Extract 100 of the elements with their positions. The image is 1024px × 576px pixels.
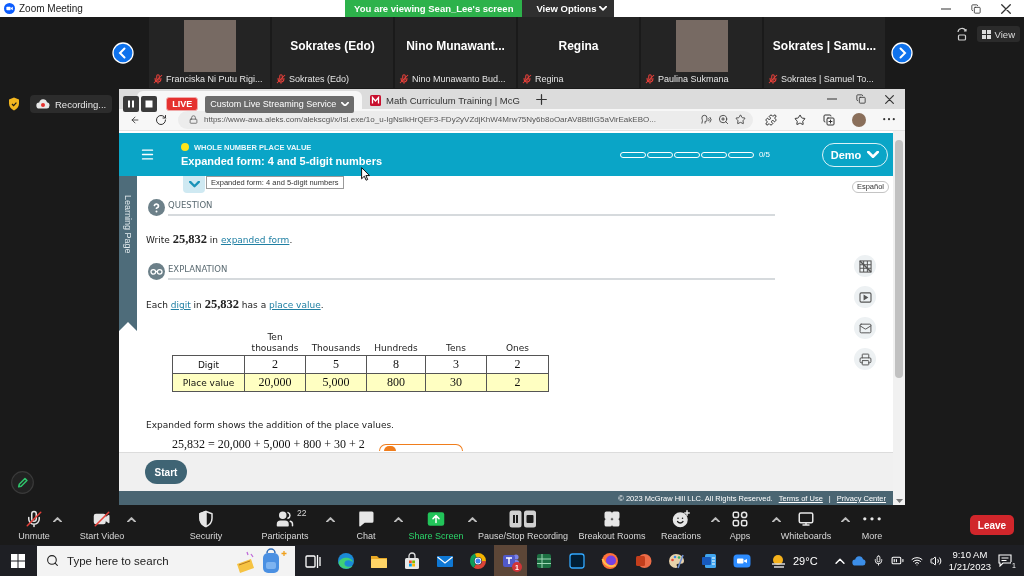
caret-icon[interactable] bbox=[711, 517, 720, 523]
close-icon[interactable] bbox=[1001, 3, 1011, 14]
column-header: Tens bbox=[425, 332, 487, 356]
share-screen-button[interactable]: Share Screen bbox=[404, 510, 468, 541]
people-icon bbox=[276, 510, 294, 528]
row-header: Digit bbox=[172, 355, 245, 374]
leave-button[interactable]: Leave bbox=[970, 515, 1014, 535]
breakout-rooms-button[interactable]: Breakout Rooms bbox=[576, 510, 648, 541]
apps-button[interactable]: Apps bbox=[720, 510, 760, 541]
battery-icon[interactable] bbox=[890, 554, 904, 567]
microphone-button[interactable]: Unmute bbox=[15, 510, 53, 541]
whiteboards-button[interactable]: Whiteboards bbox=[781, 510, 831, 541]
search-field[interactable]: Type here to search bbox=[37, 545, 295, 576]
question-text: Write 25,832 in expanded form. bbox=[146, 232, 293, 247]
participant-name: Nino Munawant... bbox=[406, 39, 505, 53]
caret-icon[interactable] bbox=[394, 517, 403, 523]
copy-plus-icon[interactable] bbox=[823, 113, 835, 126]
date-text: 1/21/2023 bbox=[948, 560, 991, 573]
cloud-record-icon bbox=[36, 99, 50, 109]
microphone-icon[interactable] bbox=[872, 555, 884, 566]
more-button[interactable]: More bbox=[852, 510, 892, 541]
menu-icon[interactable] bbox=[140, 147, 155, 162]
table-cell: 2 bbox=[486, 355, 549, 374]
collapse-button[interactable] bbox=[183, 176, 205, 193]
pause-icon[interactable] bbox=[123, 96, 140, 112]
search-input[interactable]: Type here to search bbox=[67, 551, 225, 570]
minimize-icon[interactable] bbox=[941, 7, 951, 10]
star-icon[interactable] bbox=[794, 113, 806, 126]
reactions-button[interactable]: Reactions bbox=[651, 510, 711, 541]
participant-label: Franciska Ni Putu Rigi... bbox=[166, 74, 263, 84]
link[interactable]: digit bbox=[170, 300, 191, 310]
wifi-icon[interactable] bbox=[910, 554, 923, 567]
logo-icon bbox=[370, 94, 381, 106]
security-button[interactable]: Security bbox=[180, 510, 232, 541]
restore-icon[interactable] bbox=[856, 94, 866, 104]
address-bar[interactable]: https://www-awa.aleks.com/alekscgi/x/Isl.exe/1o_u-IgNsIkHrQEF3-FDy2yVZdjKhW4Mrw75Ny6b8oOarAV8BttIG5aVirEakEBO... bbox=[178, 110, 753, 129]
four-panes-logo-icon[interactable] bbox=[11, 553, 25, 568]
printer-icon[interactable] bbox=[854, 348, 876, 370]
zoom-in-icon[interactable] bbox=[718, 114, 729, 125]
time-text: 9:10 AM bbox=[952, 548, 988, 561]
grid-icon bbox=[981, 29, 991, 39]
dot-icon bbox=[181, 143, 189, 151]
lock-icon bbox=[189, 115, 198, 124]
video-button[interactable]: Start Video bbox=[77, 510, 127, 541]
refresh-icon[interactable] bbox=[155, 113, 167, 126]
progress-reading: 0/5 bbox=[758, 150, 770, 159]
link[interactable]: place value bbox=[269, 300, 321, 310]
screen-share-banner: You are viewing Sean_Lee's screen bbox=[345, 0, 523, 17]
shield-icon bbox=[8, 97, 20, 111]
puzzle-icon[interactable] bbox=[765, 113, 777, 126]
stop-icon[interactable] bbox=[141, 96, 158, 112]
participants-button[interactable]: 22 Participants bbox=[244, 510, 326, 541]
rotate-icon[interactable] bbox=[955, 27, 968, 41]
chevron-right-icon[interactable] bbox=[891, 41, 913, 64]
shield-icon bbox=[197, 510, 215, 528]
crossed-grid-icon[interactable] bbox=[854, 255, 876, 277]
avatar[interactable] bbox=[852, 112, 866, 127]
recording-button[interactable]: Pause/Stop Recording bbox=[478, 510, 568, 541]
camera-logo-icon bbox=[4, 3, 15, 14]
caret-icon[interactable] bbox=[127, 517, 136, 523]
explanation-text: Each digit in 25,832 has a place value. bbox=[146, 297, 324, 312]
chevron-down-icon bbox=[188, 181, 200, 188]
start-button[interactable]: Start bbox=[145, 460, 187, 484]
chevron-up-icon[interactable] bbox=[834, 557, 845, 564]
pencil-icon[interactable] bbox=[11, 471, 34, 494]
explanation-note: Expanded form shows the addition of the place values. bbox=[146, 419, 394, 431]
close-icon[interactable] bbox=[885, 94, 894, 104]
smiley-plus-icon bbox=[672, 510, 690, 528]
view-button[interactable]: View bbox=[976, 26, 1020, 42]
caret-icon[interactable] bbox=[53, 517, 62, 523]
caret-down-icon[interactable] bbox=[895, 499, 903, 503]
plus-icon[interactable] bbox=[535, 94, 547, 105]
caret-icon[interactable] bbox=[326, 517, 335, 523]
column-header: Ten thousands bbox=[244, 332, 306, 356]
notification-icon[interactable] bbox=[998, 554, 1012, 567]
cloud-icon[interactable] bbox=[851, 555, 866, 566]
browser-tab[interactable]: Math Curriculum Training | McG bbox=[364, 91, 530, 109]
caret-icon[interactable] bbox=[468, 517, 477, 523]
participant-name: Sokrates (Edo) bbox=[290, 39, 375, 53]
speaker-icon[interactable] bbox=[929, 554, 942, 567]
speech-icon[interactable] bbox=[701, 114, 712, 125]
column-header: Hundreds bbox=[366, 332, 426, 356]
table-cell: 5 bbox=[305, 355, 367, 374]
side-tab[interactable]: Learning Page bbox=[119, 176, 137, 331]
star-icon[interactable] bbox=[735, 114, 746, 125]
caret-icon[interactable] bbox=[772, 517, 781, 523]
section-heading: EXPLANATION bbox=[168, 264, 228, 275]
recording-indicator[interactable]: Recording... bbox=[30, 95, 113, 113]
video-play-icon[interactable] bbox=[854, 286, 876, 308]
chevron-left-icon[interactable] bbox=[112, 41, 134, 64]
chat-button[interactable]: Chat bbox=[338, 510, 394, 541]
restore-icon[interactable] bbox=[971, 3, 981, 14]
scrollbar-thumb[interactable] bbox=[895, 140, 903, 378]
view-options-button[interactable]: View Options bbox=[522, 0, 615, 17]
share-screen-icon bbox=[427, 510, 445, 528]
more-icon[interactable] bbox=[883, 118, 895, 121]
caret-icon[interactable] bbox=[841, 517, 850, 523]
pause-stop-icon bbox=[509, 510, 537, 528]
image-editor-icon bbox=[566, 550, 587, 571]
mail-icon[interactable] bbox=[854, 317, 876, 339]
